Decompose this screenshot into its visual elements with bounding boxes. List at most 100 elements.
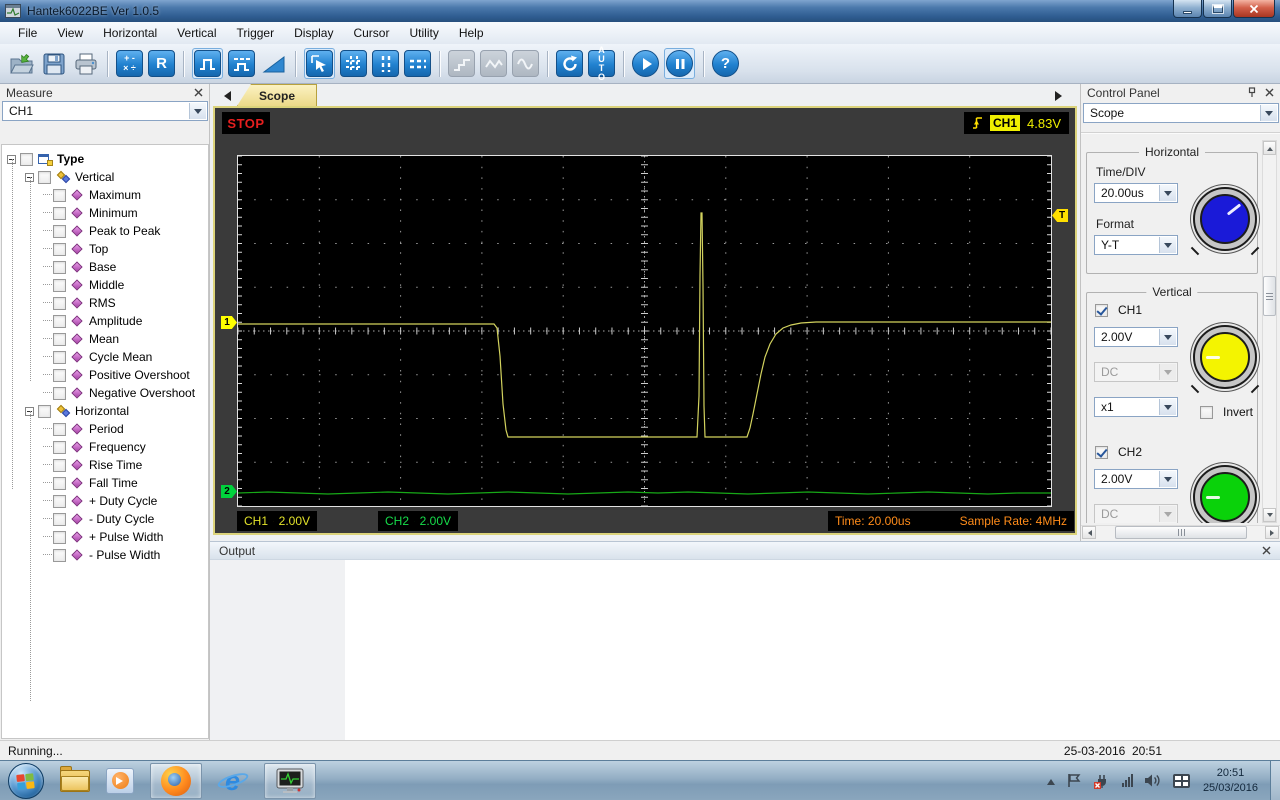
timediv-select[interactable]: 20.00us [1094, 183, 1178, 203]
tree-leaf-maximum[interactable]: Maximum [2, 186, 208, 204]
volume-icon[interactable] [1144, 773, 1162, 788]
action-center-icon[interactable] [1172, 773, 1190, 788]
tree-leaf-positive-overshoot[interactable]: Positive Overshoot [2, 366, 208, 384]
tree-leaf-minimum[interactable]: Minimum [2, 204, 208, 222]
scroll-down-icon[interactable] [1263, 508, 1276, 522]
start-button[interactable] [8, 762, 44, 799]
tree-leaf-period[interactable]: Period [2, 420, 208, 438]
tree-leaf-negative-overshoot[interactable]: Negative Overshoot [2, 384, 208, 402]
measure-channel-select[interactable]: CH1 [2, 101, 208, 121]
format-select[interactable]: Y-T [1094, 235, 1178, 255]
tree-leaf-rms[interactable]: RMS [2, 294, 208, 312]
refresh-button[interactable] [556, 50, 583, 77]
grid-cursors-button[interactable] [340, 50, 367, 77]
tree-leaf-pulse-width[interactable]: + Pulse Width [2, 528, 208, 546]
output-close-icon[interactable] [1262, 546, 1271, 555]
math-button[interactable]: + - × ÷ [116, 50, 143, 77]
ch1-enable-row[interactable]: CH1 [1095, 303, 1142, 317]
taskbar-ie-button[interactable]: e [216, 763, 250, 799]
autoset-button[interactable]: AUTO [588, 45, 615, 81]
tab-scroll-right-icon[interactable] [1055, 91, 1067, 101]
show-desktop-button[interactable] [1270, 760, 1280, 800]
menu-item-file[interactable]: File [8, 23, 47, 43]
menu-item-horizontal[interactable]: Horizontal [93, 23, 167, 43]
tree-leaf-duty-cycle[interactable]: - Duty Cycle [2, 510, 208, 528]
vertical-scroll-thumb[interactable] [1263, 276, 1276, 316]
menu-item-display[interactable]: Display [284, 23, 343, 43]
open-button[interactable] [8, 50, 35, 77]
device-eject-icon[interactable] [1093, 773, 1111, 789]
menu-item-view[interactable]: View [47, 23, 93, 43]
ch2-enable-checkbox[interactable] [1095, 445, 1108, 459]
ch1-enable-checkbox[interactable] [1095, 303, 1108, 317]
taskbar-media-player-button[interactable] [106, 763, 134, 799]
tree-leaf-rise-time[interactable]: Rise Time [2, 456, 208, 474]
action-flag-icon[interactable] [1066, 773, 1082, 788]
taskbar-oscilloscope-button[interactable] [264, 762, 316, 799]
measure-checkbox[interactable] [53, 278, 66, 292]
tree-leaf-mean[interactable]: Mean [2, 330, 208, 348]
menu-item-utility[interactable]: Utility [399, 23, 448, 43]
tree-leaf-fall-time[interactable]: Fall Time [2, 474, 208, 492]
tree-leaf-duty-cycle[interactable]: + Duty Cycle [2, 492, 208, 510]
measure-checkbox[interactable] [53, 350, 66, 364]
measure-checkbox[interactable] [53, 188, 66, 202]
horizontal-cursors-button[interactable] [404, 50, 431, 77]
ramp-button[interactable] [260, 50, 287, 77]
maximize-button[interactable] [1203, 0, 1232, 18]
tab-scope[interactable]: Scope [237, 84, 317, 106]
ch1-invert-checkbox[interactable] [1200, 405, 1213, 419]
control-panel-horizontal-scrollbar[interactable] [1081, 525, 1280, 540]
measure-checkbox[interactable] [53, 548, 66, 562]
tree-leaf-frequency[interactable]: Frequency [2, 438, 208, 456]
tree-leaf-middle[interactable]: Middle [2, 276, 208, 294]
menu-item-trigger[interactable]: Trigger [227, 23, 285, 43]
measure-checkbox[interactable] [53, 512, 66, 526]
taskbar-firefox-button[interactable] [150, 762, 202, 799]
tree-leaf-cycle-mean[interactable]: Cycle Mean [2, 348, 208, 366]
measure-checkbox[interactable] [53, 332, 66, 346]
measure-checkbox[interactable] [53, 242, 66, 256]
horizontal-position-knob[interactable] [1193, 187, 1257, 251]
measure-checkbox[interactable] [53, 530, 66, 544]
taskbar-clock[interactable]: 20:51 25/03/2016 [1201, 766, 1266, 795]
ch2-position-marker[interactable]: 2 [221, 485, 237, 498]
measure-checkbox[interactable] [53, 260, 66, 274]
ch1-invert-row[interactable]: Invert [1200, 405, 1253, 419]
menu-item-cursor[interactable]: Cursor [343, 23, 399, 43]
tree-group-vertical[interactable]: Vertical [2, 168, 208, 186]
measure-checkbox[interactable] [53, 440, 66, 454]
measure-checkbox[interactable] [53, 494, 66, 508]
measure-checkbox[interactable] [53, 386, 66, 400]
positive-pulse-button[interactable] [194, 50, 221, 77]
scroll-right-icon[interactable] [1265, 526, 1279, 539]
ch2-position-knob[interactable] [1193, 465, 1257, 523]
tree-leaf-top[interactable]: Top [2, 240, 208, 258]
ch2-enable-row[interactable]: CH2 [1095, 445, 1142, 459]
pin-icon[interactable] [1247, 87, 1257, 98]
tree-group-horizontal[interactable]: Horizontal [2, 402, 208, 420]
measure-checkbox[interactable] [53, 368, 66, 382]
measure-checkbox[interactable] [53, 314, 66, 328]
close-button[interactable] [1233, 0, 1275, 18]
measure-checkbox[interactable] [53, 476, 66, 490]
reference-button[interactable]: R [148, 50, 175, 77]
tab-scroll-left-icon[interactable] [219, 91, 231, 101]
network-signal-icon[interactable] [1121, 774, 1133, 787]
control-panel-vertical-scrollbar[interactable] [1262, 140, 1277, 523]
measure-checkbox[interactable] [38, 170, 51, 184]
minimize-button[interactable] [1173, 0, 1202, 18]
print-button[interactable] [72, 50, 99, 77]
vertical-cursors-button[interactable] [372, 50, 399, 77]
pause-button[interactable] [666, 50, 693, 77]
tree-leaf-peak-to-peak[interactable]: Peak to Peak [2, 222, 208, 240]
horizontal-scroll-thumb[interactable] [1115, 526, 1247, 539]
ch1-position-marker[interactable]: 1 [221, 316, 237, 329]
measure-checkbox[interactable] [53, 224, 66, 238]
tray-expand-icon[interactable] [1046, 775, 1055, 785]
taskbar-explorer-button[interactable] [60, 763, 90, 799]
tree-leaf-pulse-width[interactable]: - Pulse Width [2, 546, 208, 564]
measure-checkbox[interactable] [53, 458, 66, 472]
scroll-left-icon[interactable] [1082, 526, 1096, 539]
trigger-level-marker[interactable]: T [1052, 209, 1068, 222]
